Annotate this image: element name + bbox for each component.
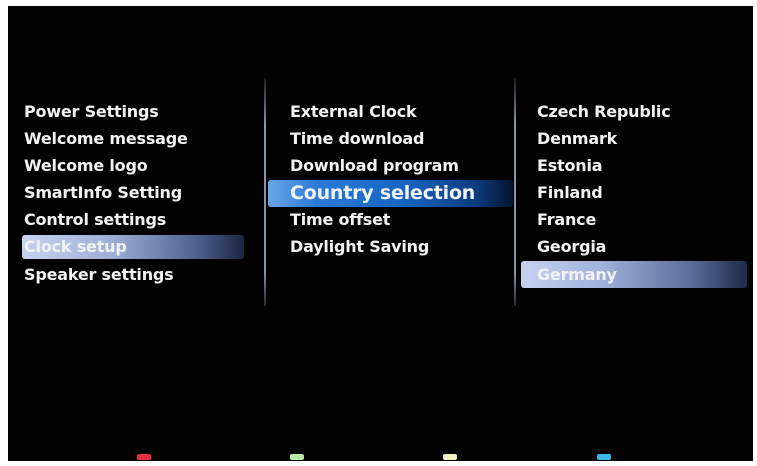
menu-item-denmark[interactable]: Denmark — [537, 126, 617, 152]
menu-item-georgia[interactable]: Georgia — [537, 234, 606, 260]
column-divider — [514, 78, 516, 306]
menu-item-daylight-saving[interactable]: Daylight Saving — [290, 234, 429, 260]
menu-item-speaker-settings[interactable]: Speaker settings — [24, 262, 174, 288]
menu-item-france[interactable]: France — [537, 207, 596, 233]
menu-item-power-settings[interactable]: Power Settings — [24, 99, 159, 125]
menu-item-estonia[interactable]: Estonia — [537, 153, 603, 179]
tv-screen: Power Settings Welcome message Welcome l… — [8, 6, 753, 461]
menu-item-welcome-message[interactable]: Welcome message — [24, 126, 188, 152]
menu-item-country-selection[interactable]: Country selection — [290, 180, 475, 206]
yellow-key-indicator[interactable] — [443, 454, 457, 460]
menu-item-czech-republic[interactable]: Czech Republic — [537, 99, 671, 125]
menu-item-control-settings[interactable]: Control settings — [24, 207, 166, 233]
menu-item-smartinfo-setting[interactable]: SmartInfo Setting — [24, 180, 182, 206]
menu-item-external-clock[interactable]: External Clock — [290, 99, 417, 125]
green-key-indicator[interactable] — [290, 454, 304, 460]
menu-item-download-program[interactable]: Download program — [290, 153, 459, 179]
menu-item-welcome-logo[interactable]: Welcome logo — [24, 153, 148, 179]
column-divider — [264, 78, 266, 306]
menu-item-time-offset[interactable]: Time offset — [290, 207, 390, 233]
blue-key-indicator[interactable] — [597, 454, 611, 460]
red-key-indicator[interactable] — [137, 454, 151, 460]
menu-item-time-download[interactable]: Time download — [290, 126, 424, 152]
menu-item-finland[interactable]: Finland — [537, 180, 603, 206]
